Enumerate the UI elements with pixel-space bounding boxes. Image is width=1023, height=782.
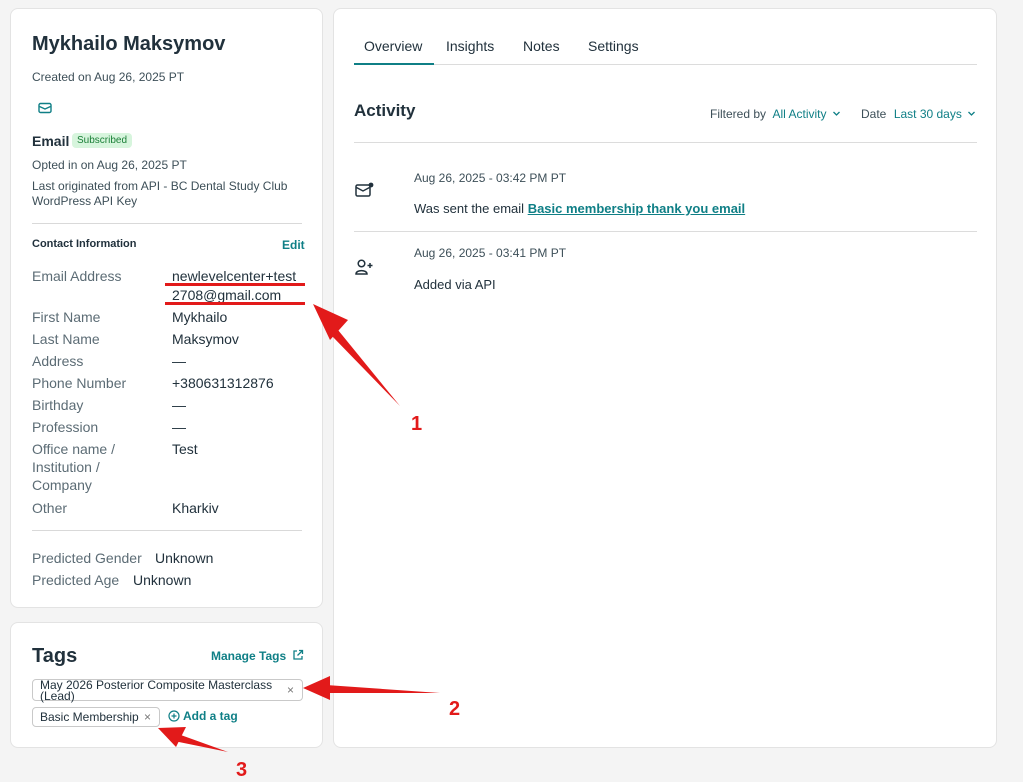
date-value: Last 30 days xyxy=(893,107,962,121)
filter-value: All Activity xyxy=(772,107,827,121)
email-sent-icon xyxy=(355,182,374,197)
opted-in-date: Opted in on Aug 26, 2025 PT xyxy=(32,158,187,172)
manage-tags-label: Manage Tags xyxy=(211,649,287,663)
status-badge: Subscribed xyxy=(72,133,133,148)
other-value: Kharkiv xyxy=(172,500,219,516)
remove-tag-button[interactable]: × xyxy=(287,683,294,697)
edit-contact-button[interactable]: Edit xyxy=(282,238,305,252)
predicted-age-label: Predicted Age xyxy=(32,572,120,588)
activity-divider xyxy=(354,231,977,232)
tags-title: Tags xyxy=(32,645,78,667)
annotation-number: 1 xyxy=(411,413,423,435)
annotation-number: 2 xyxy=(449,698,461,720)
email-link[interactable]: Basic membership thank you email xyxy=(528,201,745,216)
contact-info-title: Contact Information xyxy=(32,238,137,250)
first-name-label: First Name xyxy=(32,309,101,325)
divider xyxy=(32,530,302,531)
tab-insights[interactable]: Insights xyxy=(446,38,494,54)
profession-label: Profession xyxy=(32,419,99,435)
tag-label-line-2: (Lead) xyxy=(40,689,75,703)
activity-item-text: Was sent the email Basic membership than… xyxy=(414,201,745,216)
activity-filter[interactable]: Filtered by All Activity xyxy=(710,105,841,123)
activity-timestamp: Aug 26, 2025 - 03:41 PM PT xyxy=(414,246,567,260)
email-icon xyxy=(38,102,52,114)
phone-number-label: Phone Number xyxy=(32,375,127,391)
external-link-icon xyxy=(293,649,304,660)
annotation-underline xyxy=(165,302,305,305)
birthday-value: — xyxy=(172,397,186,413)
email-section-title: Email xyxy=(32,133,70,149)
tags-card: Tags Manage Tags May 2026 Posterior Comp… xyxy=(10,622,323,748)
activity-title: Activity xyxy=(354,101,416,120)
user-added-icon xyxy=(355,259,373,275)
email-address-label: Email Address xyxy=(32,268,122,284)
tab-overview[interactable]: Overview xyxy=(364,38,422,54)
annotation-number: 3 xyxy=(236,759,248,781)
activity-divider xyxy=(354,142,977,143)
manage-tags-link[interactable]: Manage Tags xyxy=(211,649,304,663)
add-tag-button[interactable]: Add a tag xyxy=(168,709,238,723)
chevron-down-icon xyxy=(832,111,840,116)
predicted-age-value: Unknown xyxy=(133,572,192,588)
last-name-value: Maksymov xyxy=(172,331,239,347)
other-label: Other xyxy=(32,500,68,516)
tab-settings[interactable]: Settings xyxy=(588,38,639,54)
annotation-underline xyxy=(165,283,305,286)
office-name-label: Office name / Institution / Company xyxy=(32,441,116,493)
address-label: Address xyxy=(32,353,84,369)
phone-number-value: +380631312876 xyxy=(172,375,274,391)
plus-circle-icon xyxy=(168,710,180,722)
tag-chip: May 2026 Posterior Composite Masterclass… xyxy=(32,679,303,703)
address-value: — xyxy=(172,353,186,369)
first-name-value: Mykhailo xyxy=(172,309,228,325)
tag-chip: Basic Membership × xyxy=(32,707,160,727)
tag-label: Basic Membership xyxy=(40,710,139,724)
chevron-down-icon xyxy=(968,111,976,116)
predicted-gender-value: Unknown xyxy=(155,550,214,566)
add-tag-label: Add a tag xyxy=(183,709,238,723)
divider xyxy=(32,223,302,224)
active-tab-indicator xyxy=(354,63,434,65)
contact-name: Mykhailo Maksymov xyxy=(32,33,226,55)
tab-notes[interactable]: Notes xyxy=(523,38,560,54)
activity-description: Was sent the email xyxy=(414,201,525,216)
last-name-label: Last Name xyxy=(32,331,100,347)
remove-tag-button[interactable]: × xyxy=(144,710,151,724)
date-label: Date xyxy=(861,107,887,121)
main-panel: Overview Insights Notes Settings Activit… xyxy=(333,8,997,748)
activity-description: Added via API xyxy=(414,277,496,292)
origin-line-2: WordPress API Key xyxy=(32,194,138,208)
office-name-value: Test xyxy=(172,441,198,457)
activity-timestamp: Aug 26, 2025 - 03:42 PM PT xyxy=(414,171,567,185)
origin-line-1: Last originated from API - BC Dental Stu… xyxy=(32,179,288,193)
created-date: Created on Aug 26, 2025 PT xyxy=(32,70,185,84)
birthday-label: Birthday xyxy=(32,397,84,413)
tabs-divider xyxy=(354,64,977,65)
filter-label: Filtered by xyxy=(710,107,767,121)
contact-profile-card: Mykhailo Maksymov Created on Aug 26, 202… xyxy=(10,8,323,608)
date-filter[interactable]: Date Last 30 days xyxy=(861,105,976,123)
predicted-gender-label: Predicted Gender xyxy=(32,550,142,566)
profession-value: — xyxy=(172,419,186,435)
